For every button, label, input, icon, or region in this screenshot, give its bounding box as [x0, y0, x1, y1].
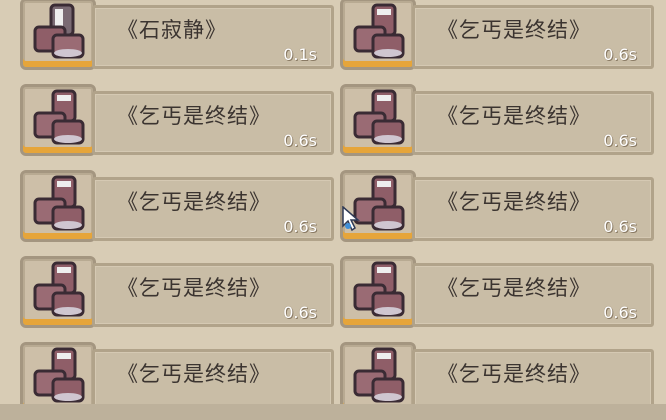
- item-time: 0.6s: [283, 303, 317, 322]
- boots-icon: [20, 170, 96, 242]
- boots-icon: [20, 84, 96, 156]
- item-time: 0.6s: [603, 131, 637, 150]
- item-label-box: 《乞丐是终结》 0.6s: [412, 177, 654, 241]
- item-slot[interactable]: 《乞丐是终结》 0.6s: [340, 254, 654, 332]
- item-label-box: 《乞丐是终结》 0.6s: [92, 91, 334, 155]
- item-slot[interactable]: 《乞丐是终结》 0.6s: [340, 168, 654, 246]
- item-name: 《乞丐是终结》: [117, 104, 271, 128]
- item-label-box: 《乞丐是终结》 0.6s: [412, 263, 654, 327]
- item-name: 《石寂静》: [117, 18, 227, 42]
- item-slot[interactable]: 《乞丐是终结》 0.6s: [340, 82, 654, 160]
- boots-icon: [340, 84, 416, 156]
- item-grid: 《石寂静》 0.1s 《乞丐是终结》 0.6s 《乞丐是终结》 0.6s 《乞丐…: [0, 0, 666, 420]
- item-label-box: 《乞丐是终结》 0.6s: [412, 5, 654, 69]
- item-slot[interactable]: 《乞丐是终结》 0.6s: [20, 254, 334, 332]
- item-label-box: 《乞丐是终结》 0.6s: [92, 177, 334, 241]
- item-name: 《乞丐是终结》: [437, 276, 591, 300]
- item-slot[interactable]: 《乞丐是终结》 0.6s: [340, 0, 654, 74]
- item-slot[interactable]: 《乞丐是终结》 0.6s: [20, 82, 334, 160]
- item-label-box: 《石寂静》 0.1s: [92, 5, 334, 69]
- item-label-box: 《乞丐是终结》 0.6s: [412, 91, 654, 155]
- bottom-bar: [0, 404, 666, 420]
- item-name: 《乞丐是终结》: [117, 362, 271, 386]
- item-time: 0.6s: [603, 45, 637, 64]
- item-time: 0.1s: [283, 45, 317, 64]
- item-name: 《乞丐是终结》: [437, 190, 591, 214]
- item-time: 0.6s: [283, 131, 317, 150]
- boots-icon: [20, 0, 96, 70]
- item-time: 0.6s: [283, 217, 317, 236]
- item-name: 《乞丐是终结》: [437, 104, 591, 128]
- item-name: 《乞丐是终结》: [437, 18, 591, 42]
- mouse-cursor-icon: [342, 206, 360, 232]
- item-name: 《乞丐是终结》: [437, 362, 591, 386]
- item-time: 0.6s: [603, 217, 637, 236]
- item-name: 《乞丐是终结》: [117, 276, 271, 300]
- boots-icon: [340, 256, 416, 328]
- item-name: 《乞丐是终结》: [117, 190, 271, 214]
- item-slot[interactable]: 《乞丐是终结》 0.6s: [20, 168, 334, 246]
- boots-icon: [340, 0, 416, 70]
- item-label-box: 《乞丐是终结》 0.6s: [92, 263, 334, 327]
- item-time: 0.6s: [603, 303, 637, 322]
- item-slot[interactable]: 《石寂静》 0.1s: [20, 0, 334, 74]
- boots-icon: [20, 256, 96, 328]
